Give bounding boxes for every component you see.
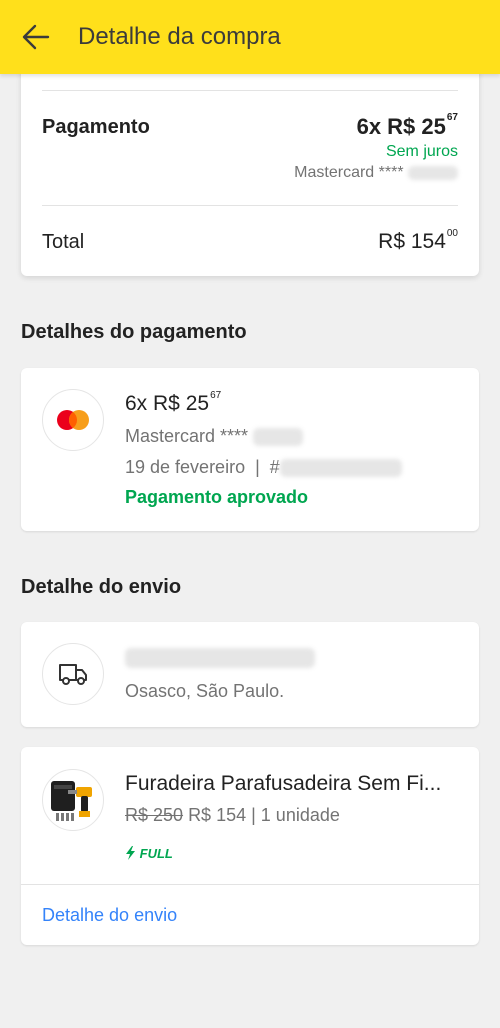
payment-status: Pagamento aprovado (125, 487, 309, 507)
shipping-address-card: Osasco, São Paulo. (21, 622, 479, 727)
purchase-summary-card: Pagamento 6x R$ 2567 Sem juros Mastercar… (21, 60, 479, 276)
payment-card: Mastercard **** (125, 426, 304, 447)
quantity: 1 unidade (260, 805, 340, 825)
current-price: R$ 154 (188, 805, 247, 825)
shipping-detail-link[interactable]: Detalhe do envio (42, 905, 177, 926)
app-bar: Detalhe da compra (0, 0, 500, 74)
truck-icon (59, 664, 87, 685)
payment-details-card: 6x R$ 2567 Mastercard **** 19 de feverei… (21, 368, 479, 531)
total-label: Total (42, 231, 85, 253)
product-card: Furadeira Parafusadeira Sem Fi... R$ 250… (21, 747, 479, 945)
arrow-left-icon (22, 24, 50, 50)
full-badge: FULL (125, 846, 173, 861)
installment-amount: 6x R$ 2567 (356, 112, 458, 139)
card-info: Mastercard **** (294, 164, 458, 182)
shipping-details-title: Detalhe do envio (21, 576, 182, 598)
shipping-city: Osasco, São Paulo. (125, 681, 285, 701)
divider (21, 884, 479, 885)
interest-free-label: Sem juros (385, 143, 458, 160)
shipping-address-redacted (125, 648, 315, 668)
product-price-line: R$ 250 R$ 154 | 1 unidade (125, 805, 340, 825)
product-thumbnail[interactable] (42, 769, 104, 831)
payment-date: 19 de fevereiro | # (125, 457, 402, 478)
mastercard-icon (57, 410, 89, 430)
shipping-avatar (42, 643, 104, 705)
divider (42, 90, 458, 91)
drill-product-image (51, 781, 92, 821)
payment-label: Pagamento (42, 116, 150, 138)
page-title: Detalhe da compra (78, 23, 281, 50)
payment-details-title: Detalhes do pagamento (21, 321, 247, 343)
total-value: R$ 15400 (378, 228, 458, 253)
back-button[interactable] (0, 0, 72, 74)
payment-installment: 6x R$ 2567 (125, 390, 222, 415)
divider (42, 205, 458, 206)
payment-method-avatar (42, 389, 104, 451)
lightning-icon (126, 846, 135, 860)
old-price: R$ 250 (125, 805, 184, 825)
product-title[interactable]: Furadeira Parafusadeira Sem Fi... (125, 772, 441, 796)
